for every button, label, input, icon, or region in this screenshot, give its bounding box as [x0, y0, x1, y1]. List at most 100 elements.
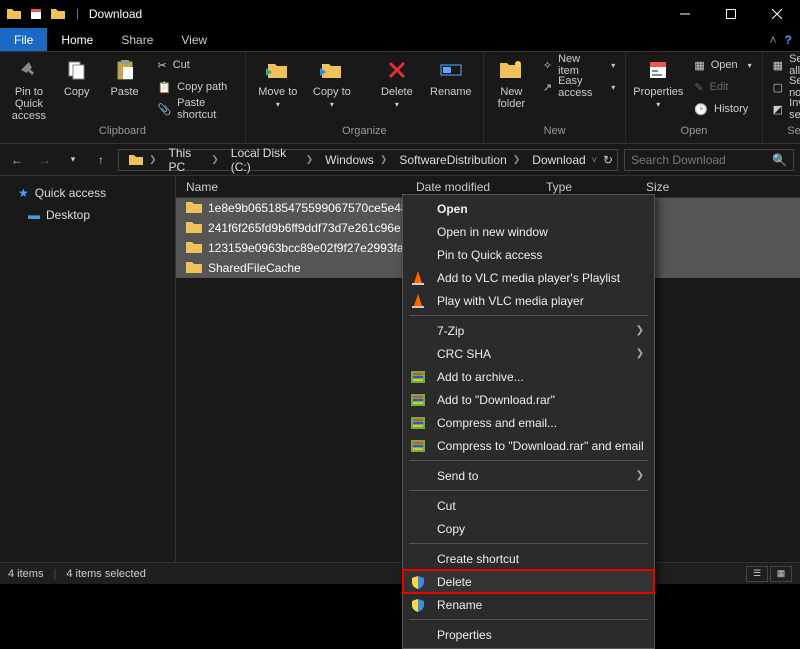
paste-label: Paste [110, 86, 138, 98]
ctx-crc-sha[interactable]: CRC SHA❯ [403, 342, 654, 365]
refresh-icon[interactable]: ↻ [603, 153, 613, 167]
copy-to-button[interactable]: Copy to▾ [306, 54, 358, 111]
ctx-vlc-playlist[interactable]: Add to VLC media player's Playlist [403, 266, 654, 289]
search-placeholder: Search Download [631, 153, 726, 167]
ctx-open[interactable]: Open [403, 197, 654, 220]
tab-file[interactable]: File [0, 28, 47, 51]
clipboard-group-label: Clipboard [6, 125, 239, 141]
properties-button[interactable]: Properties▾ [632, 54, 684, 111]
close-button[interactable] [754, 0, 800, 28]
paste-shortcut-button[interactable]: 📎Paste shortcut [153, 98, 238, 120]
up-button[interactable]: ↑ [90, 149, 112, 171]
copy-path-button[interactable]: 📋Copy path [153, 76, 238, 98]
rename-icon [437, 56, 465, 84]
column-type[interactable]: Type [536, 180, 636, 194]
sidebar-desktop[interactable]: ▬ Desktop [0, 204, 175, 226]
qat-newfolder-icon[interactable] [50, 6, 66, 22]
history-icon: 🕑 [694, 103, 708, 116]
search-input[interactable]: Search Download 🔍 [624, 149, 794, 171]
new-item-button[interactable]: ✧New item▾ [539, 54, 619, 76]
content-area: ★ Quick access ▬ Desktop Name Date modif… [0, 176, 800, 562]
properties-icon [644, 56, 672, 84]
breadcrumb-item[interactable]: Local Disk (C:)❯ [225, 146, 319, 174]
column-size[interactable]: Size [636, 180, 716, 194]
invert-selection-button[interactable]: ◩Invert selection [769, 98, 800, 120]
breadcrumb-item[interactable]: Download [526, 153, 591, 167]
open-icon: ▦ [694, 59, 704, 72]
ctx-vlc-play[interactable]: Play with VLC media player [403, 289, 654, 312]
breadcrumb-root-icon[interactable]: ❯ [123, 154, 163, 166]
qat-properties-icon[interactable] [28, 6, 44, 22]
navigation-bar: ← → ▾ ↑ ❯ This PC❯ Local Disk (C:)❯ Wind… [0, 144, 800, 176]
copy-button[interactable]: Copy [54, 54, 100, 100]
ribbon-tabs: File Home Share View ˄ ? [0, 28, 800, 52]
ctx-copy[interactable]: Copy [403, 517, 654, 540]
ctx-add-rar[interactable]: Add to "Download.rar" [403, 388, 654, 411]
cut-button[interactable]: ✂Cut [153, 54, 238, 76]
back-button[interactable]: ← [6, 149, 28, 171]
column-date[interactable]: Date modified [406, 180, 536, 194]
invert-icon: ◩ [773, 103, 783, 116]
copy-label: Copy [64, 86, 90, 98]
folder-icon [186, 201, 202, 215]
file-name: 241f6f265fd9b6ff9ddf73d7e261c96e [208, 221, 401, 235]
new-group-label: New [490, 125, 619, 141]
open-button[interactable]: ▦Open▾ [690, 54, 755, 76]
select-group-label: Select [769, 125, 800, 141]
maximize-button[interactable] [708, 0, 754, 28]
pin-label: Pin to Quick access [8, 86, 50, 122]
forward-button: → [34, 149, 56, 171]
move-to-button[interactable]: Move to▾ [252, 54, 304, 111]
sidebar-quick-access[interactable]: ★ Quick access [0, 182, 175, 204]
select-none-button[interactable]: ▢Select none [769, 76, 800, 98]
edit-icon: ✎ [694, 81, 703, 94]
ctx-add-archive[interactable]: Add to archive... [403, 365, 654, 388]
view-large-button[interactable]: ▦ [770, 566, 792, 582]
copypath-icon: 📋 [157, 81, 171, 94]
status-item-count: 4 items [8, 568, 43, 580]
breadcrumb-item[interactable]: This PC❯ [163, 146, 225, 174]
ctx-properties[interactable]: Properties [403, 623, 654, 646]
navigation-pane[interactable]: ★ Quick access ▬ Desktop [0, 176, 176, 562]
ctx-send-to[interactable]: Send to❯ [403, 464, 654, 487]
new-folder-button[interactable]: New folder [490, 54, 533, 112]
tab-home[interactable]: Home [47, 28, 107, 51]
pin-quick-access-button[interactable]: Pin to Quick access [6, 54, 52, 124]
delete-button[interactable]: Delete▾ [371, 54, 423, 111]
address-dropdown-icon[interactable]: ˅ [592, 155, 597, 165]
ribbon-group-new: New folder ✧New item▾ ↗Easy access▾ New [484, 52, 626, 143]
ribbon-group-organize: Move to▾ Copy to▾ Delete▾ Rename Organiz… [246, 52, 484, 143]
submenu-arrow-icon: ❯ [636, 348, 644, 359]
minimize-button[interactable] [662, 0, 708, 28]
ribbon-collapse-icon[interactable]: ˄ [770, 33, 777, 47]
column-name[interactable]: Name [176, 180, 406, 194]
ctx-open-new-window[interactable]: Open in new window [403, 220, 654, 243]
breadcrumb-item[interactable]: SoftwareDistribution❯ [393, 153, 526, 167]
recent-dropdown[interactable]: ▾ [62, 149, 84, 171]
select-all-button[interactable]: ▦Select all [769, 54, 800, 76]
ctx-7zip[interactable]: 7-Zip❯ [403, 319, 654, 342]
breadcrumb-item[interactable]: Windows❯ [319, 153, 393, 167]
easy-access-button[interactable]: ↗Easy access▾ [539, 76, 619, 98]
view-details-button[interactable]: ☰ [746, 566, 768, 582]
separator [409, 460, 648, 461]
ribbon: Pin to Quick access Copy Paste ✂Cut 📋Cop… [0, 52, 800, 144]
rename-button[interactable]: Rename [425, 54, 477, 100]
paste-button[interactable]: Paste [102, 54, 148, 100]
history-button[interactable]: 🕑History [690, 98, 755, 120]
ctx-create-shortcut[interactable]: Create shortcut [403, 547, 654, 570]
ctx-delete[interactable]: Delete [403, 570, 654, 593]
help-icon[interactable]: ? [785, 33, 792, 47]
ctx-cut[interactable]: Cut [403, 494, 654, 517]
breadcrumb[interactable]: ❯ This PC❯ Local Disk (C:)❯ Windows❯ Sof… [118, 149, 618, 171]
tab-view[interactable]: View [167, 28, 221, 51]
ctx-compress-rar-email[interactable]: Compress to "Download.rar" and email [403, 434, 654, 457]
ctx-rename[interactable]: Rename [403, 593, 654, 616]
folder-icon [186, 241, 202, 255]
ctx-compress-email[interactable]: Compress and email... [403, 411, 654, 434]
star-icon: ★ [18, 186, 29, 200]
ctx-pin-quick-access[interactable]: Pin to Quick access [403, 243, 654, 266]
cut-icon: ✂ [157, 59, 166, 72]
tab-share[interactable]: Share [107, 28, 167, 51]
submenu-arrow-icon: ❯ [636, 470, 644, 481]
